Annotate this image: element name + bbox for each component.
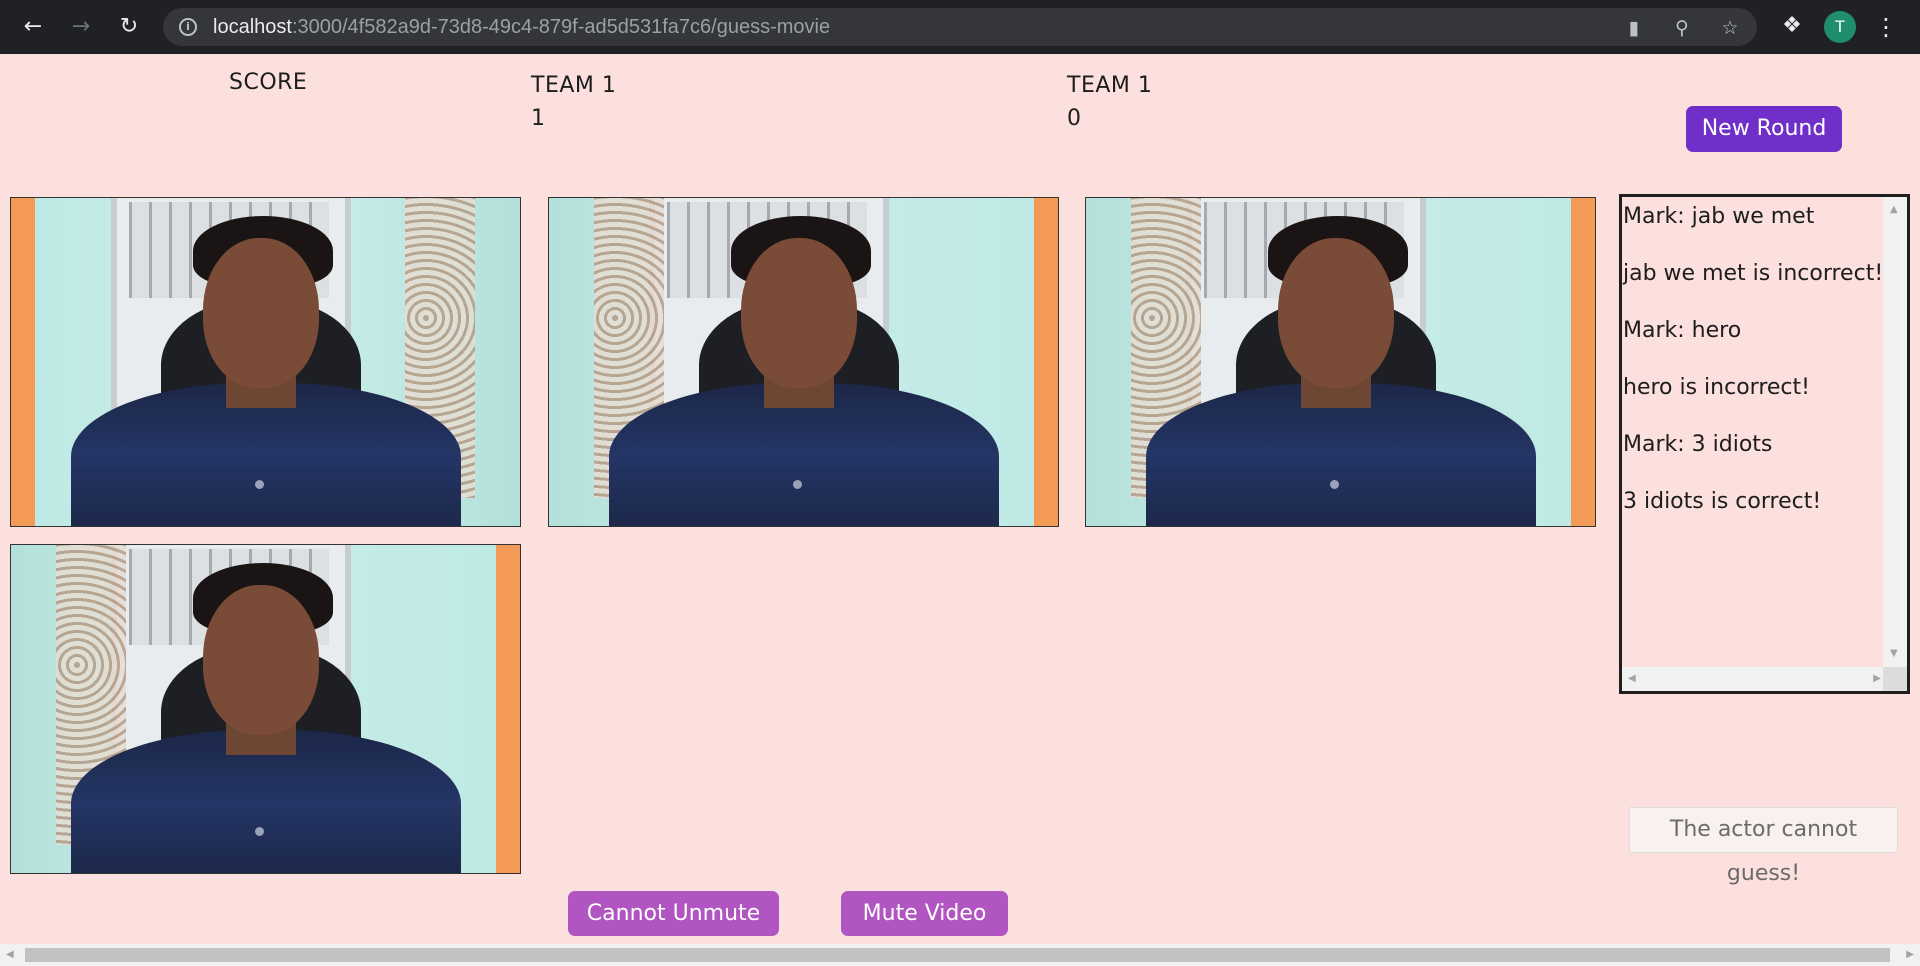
profile-avatar[interactable]: T [1824, 11, 1856, 43]
page-horizontal-scrollbar[interactable]: ◀ ▶ [0, 944, 1920, 966]
puzzle-icon[interactable]: ❖ [1778, 12, 1806, 40]
url-path: :3000/4f582a9d-73d8-49c4-879f-ad5d531fa7… [291, 16, 831, 38]
zoom-icon[interactable]: ⚲ [1671, 17, 1693, 39]
video-tile [10, 544, 521, 874]
chat-message: jab we met is incorrect! [1623, 261, 1884, 286]
scrollbar-thumb[interactable] [25, 948, 1890, 962]
team-one-column: TEAM 1 1 [531, 70, 616, 136]
chat-message: Mark: 3 idiots [1623, 432, 1773, 457]
team-name: TEAM 1 [531, 73, 617, 98]
chat-message: Mark: jab we met [1623, 204, 1815, 229]
scroll-right-icon[interactable]: ▶ [1873, 674, 1881, 684]
chat-message: hero is incorrect! [1623, 375, 1810, 400]
mute-video-button[interactable]: Mute Video [841, 891, 1008, 936]
scroll-right-icon[interactable]: ▶ [1906, 950, 1914, 960]
score-label: SCORE [229, 70, 308, 95]
url-text[interactable]: localhost:3000/4f582a9d-73d8-49c4-879f-a… [213, 16, 830, 39]
video-tile [1085, 197, 1596, 527]
team-score: 1 [531, 106, 545, 131]
scroll-left-icon[interactable]: ◀ [1628, 674, 1636, 684]
team-score: 0 [1067, 106, 1081, 131]
forward-arrow-icon[interactable]: → [67, 13, 95, 41]
team-name: TEAM 1 [1067, 73, 1153, 98]
chat-log[interactable]: Mark: jab we met jab we met is incorrect… [1619, 194, 1910, 694]
horizontal-scrollbar[interactable]: ◀ ▶ [1622, 667, 1887, 691]
address-bar[interactable]: i localhost:3000/4f582a9d-73d8-49c4-879f… [163, 8, 1757, 46]
vertical-scrollbar[interactable]: ▲ ▼ [1883, 197, 1907, 667]
chat-message: Mark: hero [1623, 318, 1742, 343]
video-tile [10, 197, 521, 527]
unmute-button[interactable]: Cannot Unmute [568, 891, 779, 936]
team-two-column: TEAM 1 0 [1067, 70, 1152, 136]
kebab-menu-icon[interactable]: ⋮ [1874, 12, 1898, 42]
browser-toolbar: ← → ↻ i localhost:3000/4f582a9d-73d8-49c… [0, 0, 1920, 54]
chat-messages: Mark: jab we met jab we met is incorrect… [1622, 197, 1887, 667]
scroll-left-icon[interactable]: ◀ [6, 950, 14, 960]
scrollbar-corner [1883, 667, 1907, 691]
actor-notice: The actor cannot guess! [1629, 807, 1898, 886]
url-host: localhost [213, 16, 292, 38]
new-round-button[interactable]: New Round [1686, 106, 1842, 152]
chat-message: 3 idiots is correct! [1623, 489, 1822, 514]
reload-icon[interactable]: ↻ [115, 13, 143, 41]
camera-icon[interactable]: ▮ [1623, 17, 1645, 39]
info-icon[interactable]: i [179, 18, 197, 36]
back-arrow-icon[interactable]: ← [19, 13, 47, 41]
scroll-down-icon[interactable]: ▼ [1890, 649, 1898, 659]
scroll-up-icon[interactable]: ▲ [1890, 205, 1898, 215]
star-icon[interactable]: ☆ [1719, 17, 1741, 39]
video-tile [548, 197, 1059, 527]
